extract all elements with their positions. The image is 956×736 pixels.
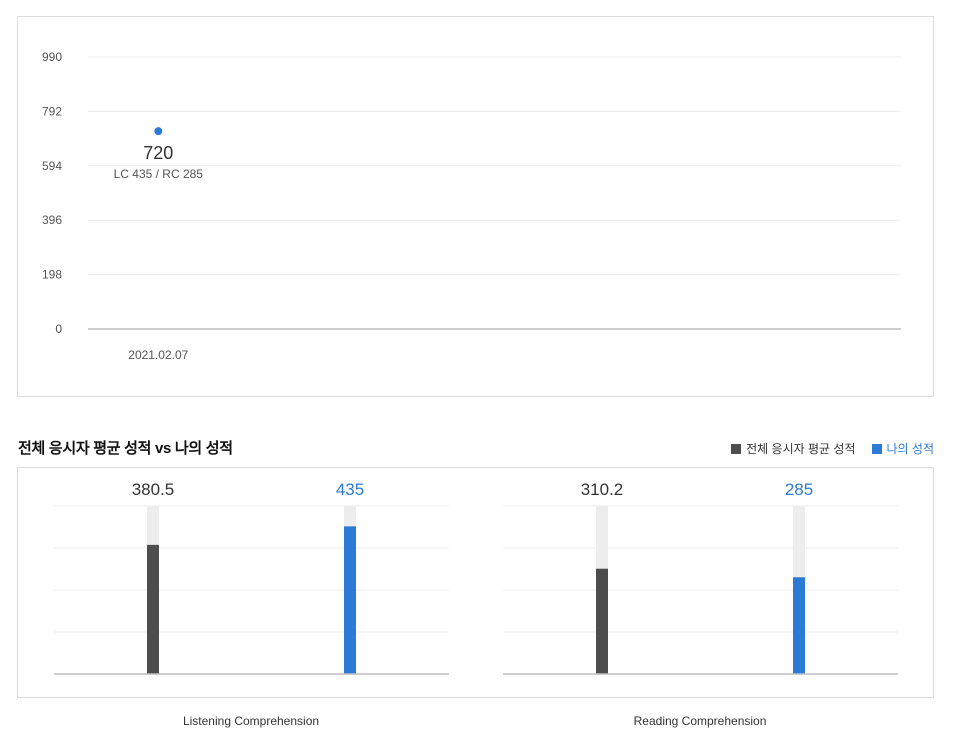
score-history-chart-panel: 990 792 594 396 198 0 2021.02.07 720 LC 435 / RC… bbox=[17, 16, 934, 397]
data-point bbox=[154, 127, 163, 136]
bar-value-label: 380.5 bbox=[132, 480, 175, 499]
legend-item-mine: 나의 성적 bbox=[871, 440, 935, 457]
bar-value-label: 285 bbox=[785, 480, 813, 499]
legend-label-mine: 나의 성적 bbox=[886, 442, 935, 456]
comparison-chart-panel: 380.5 435 310.2 285 bbox=[17, 467, 934, 698]
legend-label-average: 전체 응시자 평균 성적 bbox=[746, 442, 856, 456]
caption-reading: Reading Comprehension bbox=[633, 714, 767, 728]
y-tick-label: 198 bbox=[42, 268, 62, 282]
bar-value-label: 435 bbox=[336, 480, 364, 499]
bar-value-label: 310.2 bbox=[581, 480, 624, 499]
y-tick-label: 792 bbox=[42, 104, 62, 118]
my-score-bar bbox=[344, 526, 356, 674]
average-bar bbox=[596, 568, 608, 674]
legend-swatch-average bbox=[731, 443, 742, 454]
score-history-chart: 990 792 594 396 198 0 2021.02.07 720 LC 435 / RC… bbox=[42, 50, 901, 362]
legend-item-average: 전체 응시자 평균 성적 bbox=[731, 440, 856, 457]
caption-listening: Listening Comprehension bbox=[182, 714, 320, 728]
comparison-section-title: 전체 응시자 평균 성적 vs 나의 성적 bbox=[18, 440, 233, 457]
average-bar bbox=[147, 544, 159, 674]
y-tick-label: 396 bbox=[42, 213, 62, 227]
y-tick-label: 594 bbox=[42, 159, 62, 173]
comparison-chart: 380.5 435 310.2 285 bbox=[54, 480, 898, 675]
legend-swatch-mine bbox=[871, 443, 882, 454]
x-tick-label: 2021.02.07 bbox=[128, 348, 188, 362]
data-sub-label: LC 435 / RC 285 bbox=[114, 167, 204, 181]
y-tick-label: 0 bbox=[55, 322, 62, 336]
y-tick-label: 990 bbox=[42, 50, 62, 64]
comparison-legend: 전체 응시자 평균 성적 나의 성적 bbox=[731, 440, 934, 457]
data-label: 720 bbox=[143, 143, 173, 163]
my-score-bar bbox=[793, 577, 805, 674]
